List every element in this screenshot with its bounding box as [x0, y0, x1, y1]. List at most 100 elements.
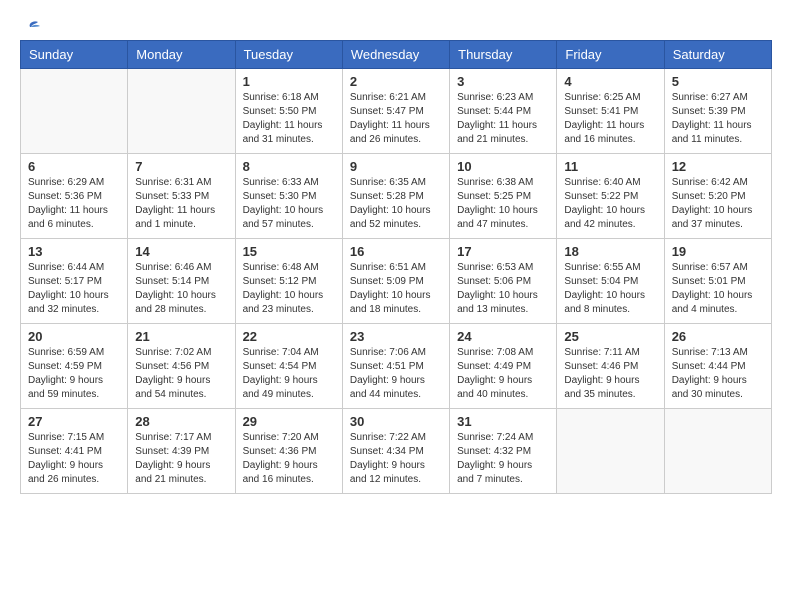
cell-info: Sunrise: 7:15 AM Sunset: 4:41 PM Dayligh… — [28, 431, 120, 487]
calendar-cell: 20 Sunrise: 6:59 AM Sunset: 4:59 PM Dayli… — [21, 324, 128, 409]
calendar-cell: 5 Sunrise: 6:27 AM Sunset: 5:39 PM Daylig… — [664, 69, 771, 154]
calendar-cell: 22 Sunrise: 7:04 AM Sunset: 4:54 PM Dayli… — [235, 324, 342, 409]
day-number: 13 — [28, 244, 120, 259]
day-header-sunday: Sunday — [21, 41, 128, 69]
calendar-cell: 17 Sunrise: 6:53 AM Sunset: 5:06 PM Dayli… — [450, 239, 557, 324]
calendar-cell: 8 Sunrise: 6:33 AM Sunset: 5:30 PM Daylig… — [235, 154, 342, 239]
calendar-cell — [21, 69, 128, 154]
cell-info: Sunrise: 6:18 AM Sunset: 5:50 PM Dayligh… — [243, 91, 335, 147]
cell-info: Sunrise: 7:20 AM Sunset: 4:36 PM Dayligh… — [243, 431, 335, 487]
day-number: 5 — [672, 74, 764, 89]
calendar-cell: 24Sunrise: 7:08 AM Sunset: 4:49 PM Dayli… — [450, 324, 557, 409]
calendar-cell: 13 Sunrise: 6:44 AM Sunset: 5:17 PM Dayli… — [21, 239, 128, 324]
cell-info: Sunrise: 6:27 AM Sunset: 5:39 PM Dayligh… — [672, 91, 764, 147]
calendar-cell — [664, 409, 771, 494]
day-header-monday: Monday — [128, 41, 235, 69]
cell-info: Sunrise: 6:38 AM Sunset: 5:25 PM Dayligh… — [457, 176, 549, 232]
calendar-cell: 16Sunrise: 6:51 AM Sunset: 5:09 PM Dayli… — [342, 239, 449, 324]
cell-info: Sunrise: 6:33 AM Sunset: 5:30 PM Dayligh… — [243, 176, 335, 232]
calendar-week-row: 1 Sunrise: 6:18 AM Sunset: 5:50 PM Daylig… — [21, 69, 772, 154]
day-number: 1 — [243, 74, 335, 89]
cell-info: Sunrise: 7:08 AM Sunset: 4:49 PM Dayligh… — [457, 346, 549, 402]
cell-info: Sunrise: 6:35 AM Sunset: 5:28 PM Dayligh… — [350, 176, 442, 232]
calendar-cell: 14 Sunrise: 6:46 AM Sunset: 5:14 PM Dayli… — [128, 239, 235, 324]
day-header-friday: Friday — [557, 41, 664, 69]
day-number: 28 — [135, 414, 227, 429]
logo-bird-icon — [22, 20, 40, 34]
calendar-cell — [557, 409, 664, 494]
day-number: 25 — [564, 329, 656, 344]
calendar-cell — [128, 69, 235, 154]
calendar-cell: 28 Sunrise: 7:17 AM Sunset: 4:39 PM Dayli… — [128, 409, 235, 494]
day-number: 31 — [457, 414, 549, 429]
cell-info: Sunrise: 6:31 AM Sunset: 5:33 PM Dayligh… — [135, 176, 227, 232]
calendar-week-row: 6 Sunrise: 6:29 AM Sunset: 5:36 PM Daylig… — [21, 154, 772, 239]
day-number: 2 — [350, 74, 442, 89]
calendar-table: SundayMondayTuesdayWednesdayThursdayFrid… — [20, 40, 772, 494]
day-number: 9 — [350, 159, 442, 174]
day-number: 26 — [672, 329, 764, 344]
day-number: 14 — [135, 244, 227, 259]
cell-info: Sunrise: 7:22 AM Sunset: 4:34 PM Dayligh… — [350, 431, 442, 487]
cell-info: Sunrise: 7:17 AM Sunset: 4:39 PM Dayligh… — [135, 431, 227, 487]
calendar-cell: 27 Sunrise: 7:15 AM Sunset: 4:41 PM Dayli… — [21, 409, 128, 494]
calendar-cell: 31 Sunrise: 7:24 AM Sunset: 4:32 PM Dayli… — [450, 409, 557, 494]
cell-info: Sunrise: 6:46 AM Sunset: 5:14 PM Dayligh… — [135, 261, 227, 317]
calendar-cell: 15 Sunrise: 6:48 AM Sunset: 5:12 PM Dayli… — [235, 239, 342, 324]
cell-info: Sunrise: 6:55 AM Sunset: 5:04 PM Dayligh… — [564, 261, 656, 317]
day-number: 11 — [564, 159, 656, 174]
day-header-tuesday: Tuesday — [235, 41, 342, 69]
cell-info: Sunrise: 7:24 AM Sunset: 4:32 PM Dayligh… — [457, 431, 549, 487]
cell-info: Sunrise: 6:51 AM Sunset: 5:09 PM Dayligh… — [350, 261, 442, 317]
day-number: 8 — [243, 159, 335, 174]
page-header — [20, 20, 772, 30]
calendar-cell: 18 Sunrise: 6:55 AM Sunset: 5:04 PM Dayli… — [557, 239, 664, 324]
day-number: 19 — [672, 244, 764, 259]
cell-info: Sunrise: 7:13 AM Sunset: 4:44 PM Dayligh… — [672, 346, 764, 402]
day-number: 18 — [564, 244, 656, 259]
day-header-thursday: Thursday — [450, 41, 557, 69]
day-number: 27 — [28, 414, 120, 429]
day-number: 17 — [457, 244, 549, 259]
day-number: 29 — [243, 414, 335, 429]
logo — [20, 20, 40, 30]
cell-info: Sunrise: 6:53 AM Sunset: 5:06 PM Dayligh… — [457, 261, 549, 317]
calendar-cell: 4 Sunrise: 6:25 AM Sunset: 5:41 PM Daylig… — [557, 69, 664, 154]
cell-info: Sunrise: 7:11 AM Sunset: 4:46 PM Dayligh… — [564, 346, 656, 402]
cell-info: Sunrise: 6:48 AM Sunset: 5:12 PM Dayligh… — [243, 261, 335, 317]
cell-info: Sunrise: 6:29 AM Sunset: 5:36 PM Dayligh… — [28, 176, 120, 232]
day-number: 20 — [28, 329, 120, 344]
calendar-cell: 29 Sunrise: 7:20 AM Sunset: 4:36 PM Dayli… — [235, 409, 342, 494]
day-number: 22 — [243, 329, 335, 344]
calendar-cell: 9 Sunrise: 6:35 AM Sunset: 5:28 PM Daylig… — [342, 154, 449, 239]
cell-info: Sunrise: 6:44 AM Sunset: 5:17 PM Dayligh… — [28, 261, 120, 317]
calendar-week-row: 27 Sunrise: 7:15 AM Sunset: 4:41 PM Dayli… — [21, 409, 772, 494]
cell-info: Sunrise: 7:04 AM Sunset: 4:54 PM Dayligh… — [243, 346, 335, 402]
calendar-cell: 3Sunrise: 6:23 AM Sunset: 5:44 PM Daylig… — [450, 69, 557, 154]
cell-info: Sunrise: 6:25 AM Sunset: 5:41 PM Dayligh… — [564, 91, 656, 147]
day-number: 6 — [28, 159, 120, 174]
calendar-cell: 10 Sunrise: 6:38 AM Sunset: 5:25 PM Dayli… — [450, 154, 557, 239]
day-number: 7 — [135, 159, 227, 174]
day-header-wednesday: Wednesday — [342, 41, 449, 69]
calendar-cell: 26 Sunrise: 7:13 AM Sunset: 4:44 PM Dayli… — [664, 324, 771, 409]
cell-info: Sunrise: 6:21 AM Sunset: 5:47 PM Dayligh… — [350, 91, 442, 147]
day-number: 15 — [243, 244, 335, 259]
cell-info: Sunrise: 6:40 AM Sunset: 5:22 PM Dayligh… — [564, 176, 656, 232]
day-number: 23 — [350, 329, 442, 344]
day-number: 4 — [564, 74, 656, 89]
calendar-week-row: 20 Sunrise: 6:59 AM Sunset: 4:59 PM Dayli… — [21, 324, 772, 409]
calendar-cell: 1 Sunrise: 6:18 AM Sunset: 5:50 PM Daylig… — [235, 69, 342, 154]
day-number: 30 — [350, 414, 442, 429]
calendar-cell: 25 Sunrise: 7:11 AM Sunset: 4:46 PM Dayli… — [557, 324, 664, 409]
day-header-saturday: Saturday — [664, 41, 771, 69]
calendar-header-row: SundayMondayTuesdayWednesdayThursdayFrid… — [21, 41, 772, 69]
calendar-cell: 12Sunrise: 6:42 AM Sunset: 5:20 PM Dayli… — [664, 154, 771, 239]
cell-info: Sunrise: 6:57 AM Sunset: 5:01 PM Dayligh… — [672, 261, 764, 317]
day-number: 10 — [457, 159, 549, 174]
calendar-cell: 19 Sunrise: 6:57 AM Sunset: 5:01 PM Dayli… — [664, 239, 771, 324]
cell-info: Sunrise: 6:59 AM Sunset: 4:59 PM Dayligh… — [28, 346, 120, 402]
calendar-cell: 2 Sunrise: 6:21 AM Sunset: 5:47 PM Daylig… — [342, 69, 449, 154]
calendar-week-row: 13 Sunrise: 6:44 AM Sunset: 5:17 PM Dayli… — [21, 239, 772, 324]
cell-info: Sunrise: 7:06 AM Sunset: 4:51 PM Dayligh… — [350, 346, 442, 402]
